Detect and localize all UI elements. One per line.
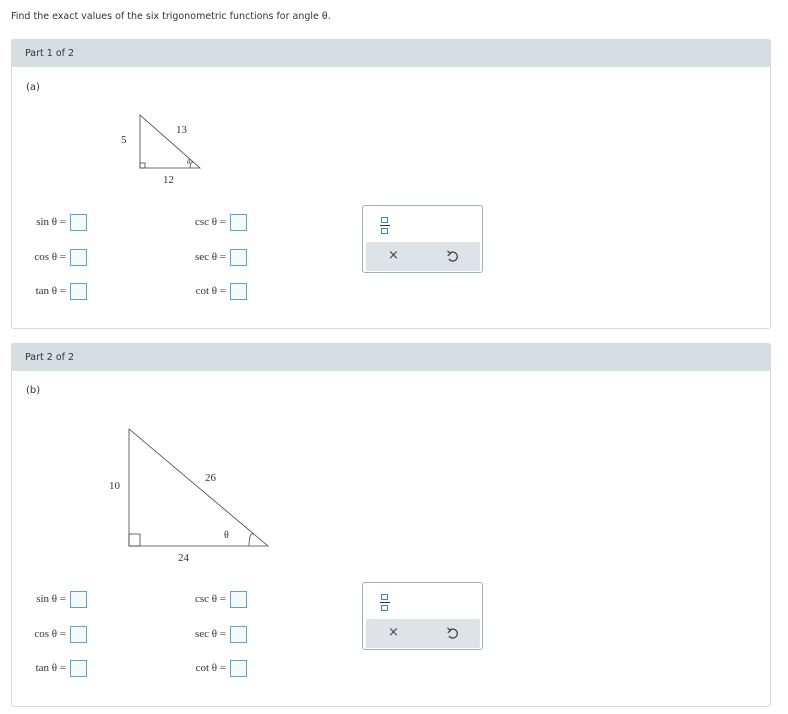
cot-row-a: cot θ = xyxy=(176,281,247,301)
undo-icon[interactable] xyxy=(446,625,460,641)
sin-answer-b[interactable] xyxy=(70,590,87,608)
close-icon[interactable]: × xyxy=(388,625,399,640)
toolbar-actions-a: × xyxy=(366,242,480,271)
math-toolbar-a: × xyxy=(362,205,483,273)
fraction-icon[interactable] xyxy=(378,215,392,237)
cot-answer-b[interactable] xyxy=(230,659,247,677)
tan-answer-a[interactable] xyxy=(70,282,87,300)
triangle-b-right-angle xyxy=(128,533,141,547)
tan-label-b: tan θ = xyxy=(35,662,66,674)
tan-row-b: tan θ = xyxy=(20,658,87,678)
triangle-a-hyp-label: 13 xyxy=(176,124,188,136)
triangle-a: 13 5 12 θ xyxy=(121,114,202,186)
cos-label-b: cos θ = xyxy=(34,628,66,640)
part-1-header: Part 1 of 2 xyxy=(12,40,770,67)
triangle-b: 26 10 24 θ xyxy=(109,428,270,564)
triangle-b-angle-label: θ xyxy=(224,530,229,541)
csc-row-b: csc θ = xyxy=(176,589,247,609)
cot-row-b: cot θ = xyxy=(176,658,247,678)
cot-label-b: cot θ = xyxy=(195,662,226,674)
sin-label-a: sin θ = xyxy=(36,216,66,228)
cos-answer-a[interactable] xyxy=(70,248,87,266)
triangle-a-angle-label: θ xyxy=(187,158,191,166)
instruction-text: Find the exact values of the six trigono… xyxy=(11,11,331,22)
triangle-a-right-angle xyxy=(139,162,146,169)
csc-answer-b[interactable] xyxy=(230,590,247,608)
sec-row-b: sec θ = xyxy=(176,624,247,644)
cot-label-a: cot θ = xyxy=(195,285,226,297)
sin-row-b: sin θ = xyxy=(20,589,87,609)
part-2-panel: Part 2 of 2 (b) 26 10 24 θ sin θ = cos θ… xyxy=(11,343,771,707)
cos-row-b: cos θ = xyxy=(20,624,87,644)
sec-label-a: sec θ = xyxy=(194,251,226,263)
tan-label-a: tan θ = xyxy=(35,285,66,297)
math-toolbar-b: × xyxy=(362,582,483,650)
csc-label-a: csc θ = xyxy=(194,216,226,228)
close-icon[interactable]: × xyxy=(388,248,399,263)
toolbar-actions-b: × xyxy=(366,619,480,648)
csc-row-a: csc θ = xyxy=(176,212,247,232)
part-2-letter: (b) xyxy=(26,385,41,396)
sec-answer-b[interactable] xyxy=(230,625,247,643)
csc-answer-a[interactable] xyxy=(230,213,247,231)
tan-row-a: tan θ = xyxy=(20,281,87,301)
triangle-a-horiz-label: 12 xyxy=(163,174,174,186)
sec-label-b: sec θ = xyxy=(194,628,226,640)
csc-label-b: csc θ = xyxy=(194,593,226,605)
part-2-header: Part 2 of 2 xyxy=(12,344,770,371)
sec-answer-a[interactable] xyxy=(230,248,247,266)
tan-answer-b[interactable] xyxy=(70,659,87,677)
part-1-panel: Part 1 of 2 (a) 13 5 12 θ sin θ = cos θ … xyxy=(11,39,771,329)
sin-label-b: sin θ = xyxy=(36,593,66,605)
cos-answer-b[interactable] xyxy=(70,625,87,643)
triangle-b-hyp-label: 26 xyxy=(205,472,217,484)
cot-answer-a[interactable] xyxy=(230,282,247,300)
cos-label-a: cos θ = xyxy=(34,251,66,263)
fraction-icon[interactable] xyxy=(378,592,392,614)
triangle-a-vert-label: 5 xyxy=(121,134,127,146)
triangle-a-shape xyxy=(139,114,202,169)
triangle-b-horiz-label: 24 xyxy=(178,552,190,564)
sec-row-a: sec θ = xyxy=(176,247,247,267)
part-1-letter: (a) xyxy=(26,82,40,93)
cos-row-a: cos θ = xyxy=(20,247,87,267)
triangle-b-vert-label: 10 xyxy=(109,480,121,492)
sin-answer-a[interactable] xyxy=(70,213,87,231)
undo-icon[interactable] xyxy=(446,248,460,264)
sin-row-a: sin θ = xyxy=(20,212,87,232)
triangle-b-angle-arc xyxy=(248,533,255,547)
triangle-b-shape xyxy=(128,428,270,547)
